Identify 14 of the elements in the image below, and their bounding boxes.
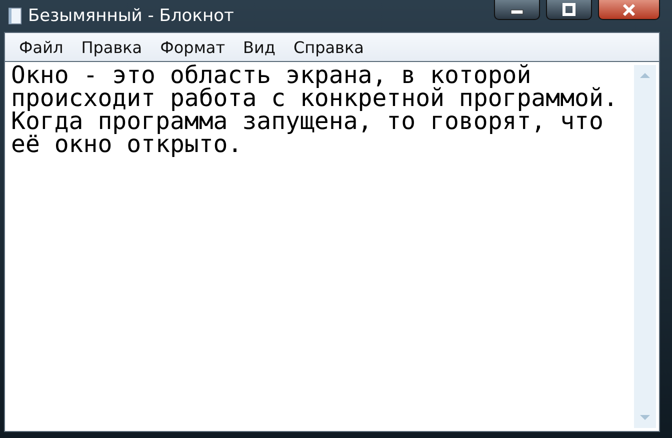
text-line: Когда программа запущена, то говорят, что: [11, 110, 604, 133]
menu-item[interactable]: Вид: [235, 36, 284, 58]
menu-item[interactable]: Формат: [152, 36, 234, 58]
minimize-button[interactable]: [494, 0, 540, 20]
notepad-icon: [8, 7, 22, 25]
text-line: Окно - это область экрана, в которой: [11, 64, 532, 87]
text-line: происходит работа с конкретной программой.: [11, 87, 619, 110]
menu-item[interactable]: Справка: [285, 36, 372, 58]
window-title: Безымянный - Блокнот: [28, 6, 234, 26]
maximize-button[interactable]: [546, 0, 592, 20]
close-button[interactable]: [598, 0, 660, 20]
menu-item[interactable]: Файл: [11, 36, 72, 58]
text-line: её окно открыто.: [11, 133, 244, 156]
menu-item[interactable]: Правка: [73, 36, 150, 58]
